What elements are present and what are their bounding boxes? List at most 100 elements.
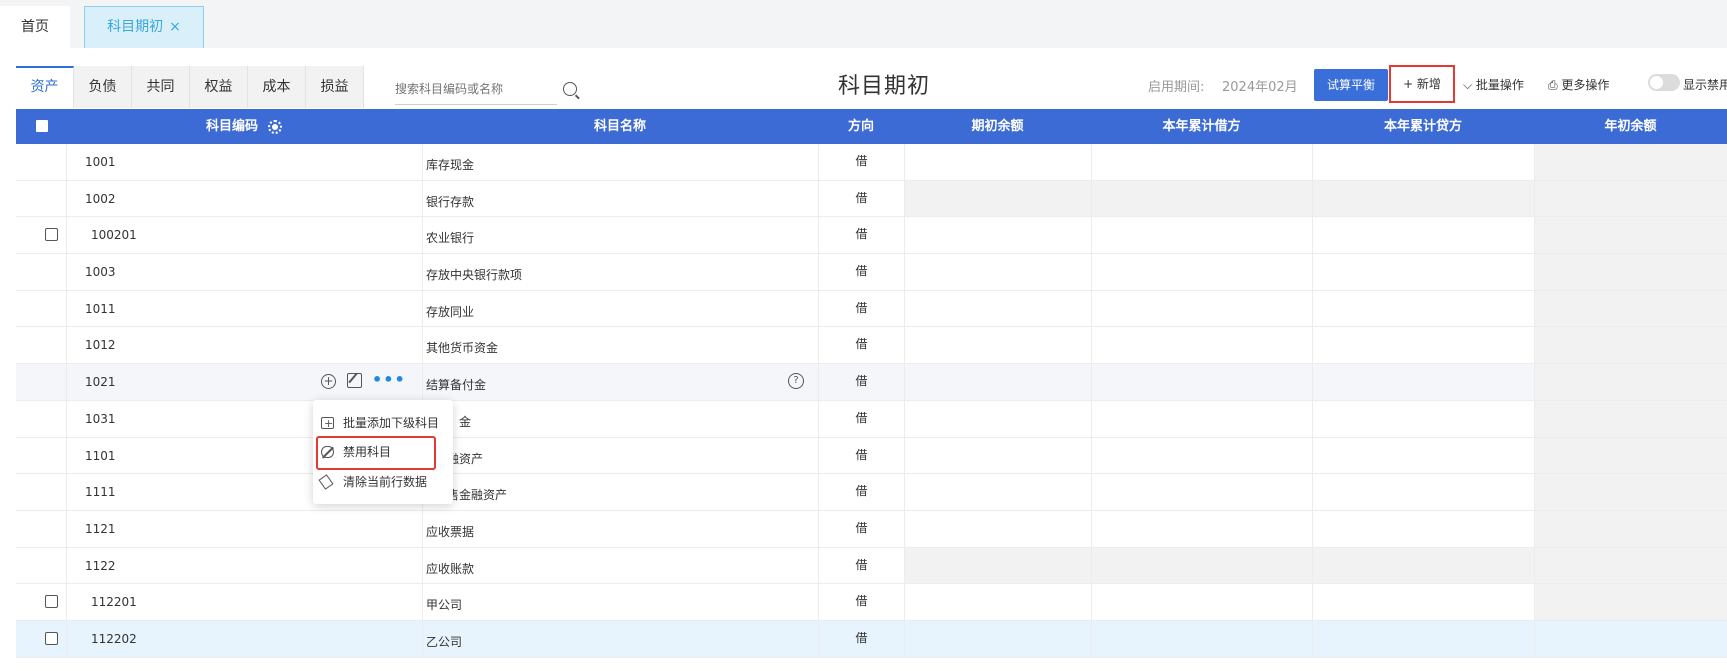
ytd-debit-cell[interactable]: [1091, 290, 1312, 327]
tab-equity[interactable]: 权益: [190, 66, 248, 108]
ytd-debit-cell[interactable]: [1091, 437, 1312, 474]
tab-profit-loss[interactable]: 损益: [306, 66, 364, 108]
ytd-debit-cell[interactable]: [1091, 144, 1312, 180]
code-cell: 112201: [66, 584, 422, 620]
table-row[interactable]: 1003 存放中央银行款项 借: [16, 254, 1727, 291]
table-row[interactable]: 1111 售金融资产 借: [16, 474, 1727, 511]
opening-cell[interactable]: [904, 474, 1091, 510]
row-checkbox[interactable]: [45, 631, 58, 645]
ytd-credit-cell[interactable]: [1312, 510, 1534, 547]
ytd-credit-cell[interactable]: [1312, 144, 1534, 180]
code-cell: 1122: [66, 547, 422, 584]
tab-home[interactable]: 首页: [0, 6, 70, 48]
table-row[interactable]: 100201 农业银行 借: [16, 217, 1727, 255]
table-row[interactable]: 1001 库存现金 借: [16, 144, 1727, 181]
opening-cell[interactable]: [904, 254, 1091, 290]
edit-icon[interactable]: [347, 373, 362, 389]
ytd-credit-cell[interactable]: [1312, 584, 1534, 620]
table-row[interactable]: 1101 融资产 借: [16, 437, 1727, 475]
ytd-credit-cell[interactable]: [1312, 254, 1534, 290]
show-disabled-toggle[interactable]: [1648, 74, 1680, 91]
ytd-credit-cell[interactable]: [1312, 327, 1534, 364]
help-icon[interactable]: ?: [788, 373, 804, 390]
table-row[interactable]: 112202 乙公司 借: [16, 620, 1727, 658]
ytd-debit-cell[interactable]: [1091, 474, 1312, 510]
ytd-credit-cell[interactable]: [1312, 437, 1534, 474]
code-cell: 112202: [66, 620, 422, 657]
header-ytd-debit: 本年累计借方: [1162, 119, 1241, 134]
table-row[interactable]: 1121 应收票据 借: [16, 510, 1727, 548]
table-row[interactable]: 1011 存放同业 借: [16, 290, 1727, 328]
direction-cell: 借: [818, 400, 904, 437]
row-checkbox[interactable]: [45, 595, 58, 609]
opening-cell[interactable]: [904, 327, 1091, 364]
tab-common[interactable]: 共同: [132, 66, 190, 108]
year-begin-cell: [1534, 217, 1727, 254]
search-input[interactable]: [395, 80, 545, 98]
ytd-debit-cell[interactable]: [1091, 217, 1312, 254]
name-cell: 存放同业: [422, 290, 818, 327]
opening-cell[interactable]: [904, 620, 1091, 657]
ytd-debit-cell: [1091, 180, 1312, 217]
table-row[interactable]: 1021 + ••• 结算备付金 ? 借: [16, 364, 1727, 401]
opening-cell[interactable]: [904, 510, 1091, 547]
opening-cell[interactable]: [904, 217, 1091, 254]
opening-cell[interactable]: [904, 437, 1091, 474]
add-subitem-icon: [321, 411, 334, 437]
more-options-icon[interactable]: •••: [372, 370, 406, 389]
table-row[interactable]: 1012 其他货币资金 借: [16, 327, 1727, 365]
ytd-debit-cell[interactable]: [1091, 400, 1312, 437]
year-begin-cell: [1534, 364, 1727, 400]
close-icon[interactable]: ×: [169, 19, 181, 35]
ytd-debit-cell[interactable]: [1091, 364, 1312, 400]
ytd-debit-cell[interactable]: [1091, 327, 1312, 364]
row-check-cell: [16, 438, 66, 474]
name-cell: 应收账款: [422, 547, 818, 584]
menu-item-batch-add[interactable]: 批量添加下级科目: [313, 410, 453, 437]
ytd-debit-cell[interactable]: [1091, 254, 1312, 290]
year-begin-cell: [1534, 290, 1727, 327]
header-code: 科目编码: [66, 109, 422, 144]
name-cell: 结算备付金: [422, 364, 818, 400]
ytd-credit-cell[interactable]: [1312, 217, 1534, 254]
tab-account-opening[interactable]: 科目期初 ×: [84, 6, 204, 48]
tab-label: 科目期初: [107, 19, 164, 35]
tab-assets[interactable]: 资产: [16, 66, 74, 108]
code-cell: 1011: [66, 290, 422, 327]
gear-icon[interactable]: [268, 119, 282, 134]
batch-operations-button[interactable]: ⌵ 批量操作: [1463, 76, 1524, 93]
row-checkbox[interactable]: [45, 228, 58, 242]
opening-cell[interactable]: [904, 144, 1091, 180]
ytd-credit-cell[interactable]: [1312, 474, 1534, 510]
opening-cell[interactable]: [904, 584, 1091, 620]
ytd-credit-cell[interactable]: [1312, 290, 1534, 327]
period-value: 2024年02月: [1222, 80, 1298, 95]
table-row[interactable]: 1002 银行存款 借: [16, 180, 1727, 218]
opening-cell[interactable]: [904, 364, 1091, 400]
ytd-debit-cell[interactable]: [1091, 584, 1312, 620]
ytd-credit-cell[interactable]: [1312, 620, 1534, 657]
add-button[interactable]: + 新增: [1389, 65, 1455, 103]
select-all-checkbox[interactable]: [36, 120, 48, 132]
more-operations-button[interactable]: ⎙ 更多操作: [1548, 76, 1609, 93]
page-title: 科目期初: [838, 74, 931, 99]
ytd-credit-cell[interactable]: [1312, 364, 1534, 400]
menu-item-clear[interactable]: 清除当前行数据: [313, 469, 453, 495]
direction-cell: 借: [818, 620, 904, 657]
more-label: 更多操作: [1561, 78, 1610, 92]
batch-label: 批量操作: [1475, 78, 1524, 92]
trial-balance-button[interactable]: 试算平衡: [1314, 69, 1388, 101]
opening-cell[interactable]: [904, 290, 1091, 327]
tab-liabilities[interactable]: 负债: [74, 66, 132, 108]
tab-cost[interactable]: 成本: [248, 66, 306, 108]
table-row[interactable]: 1122 应收账款 借: [16, 547, 1727, 585]
table-row[interactable]: 1031 金 借: [16, 400, 1727, 438]
search-icon[interactable]: [563, 82, 577, 96]
ytd-debit-cell[interactable]: [1091, 620, 1312, 657]
ytd-credit-cell[interactable]: [1312, 400, 1534, 437]
ytd-debit-cell: [1091, 547, 1312, 584]
opening-cell[interactable]: [904, 400, 1091, 437]
name-cell: 库存现金: [422, 144, 818, 180]
table-row[interactable]: 112201 甲公司 借: [16, 584, 1727, 621]
ytd-debit-cell[interactable]: [1091, 510, 1312, 547]
